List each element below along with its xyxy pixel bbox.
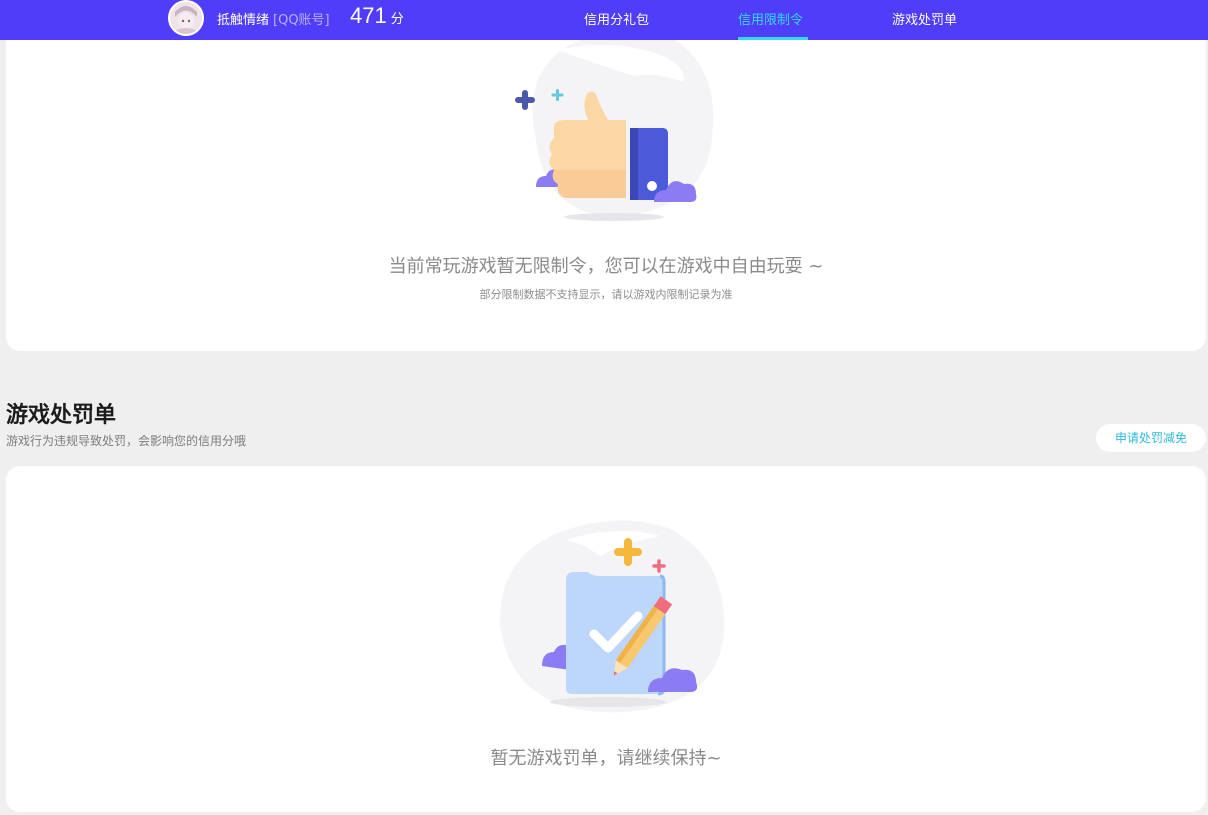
credit-score-unit: 分 xyxy=(390,12,404,27)
account-type-tag: [QQ账号] xyxy=(273,13,330,28)
user-info: 抵触情绪 [QQ账号] xyxy=(217,9,330,28)
username: 抵触情绪 xyxy=(217,13,270,28)
thumbs-up-icon xyxy=(515,30,714,221)
tab-credit-restriction[interactable]: 信用限制令 xyxy=(738,9,803,28)
checked-document-icon xyxy=(499,520,725,713)
tab-credit-gift[interactable]: 信用分礼包 xyxy=(584,9,649,28)
penalty-empty-message: 暂无游戏罚单，请继续保持~ xyxy=(490,748,722,769)
tab-game-penalty[interactable]: 游戏处罚单 xyxy=(892,9,957,28)
penalty-section-title: 游戏处罚单 xyxy=(6,403,117,428)
active-tab-indicator xyxy=(738,37,808,40)
credit-score-value: 471 xyxy=(350,3,387,28)
apply-penalty-reduction-button[interactable]: 申请处罚减免 xyxy=(1096,424,1206,452)
avatar-image xyxy=(170,2,202,34)
avatar[interactable] xyxy=(168,0,204,36)
restriction-card: 当前常玩游戏暂无限制令，您可以在游戏中自由玩耍 ~ 部分限制数据不支持显示，请以… xyxy=(6,24,1206,351)
restriction-empty-message: 当前常玩游戏暂无限制令，您可以在游戏中自由玩耍 ~ xyxy=(388,256,824,277)
penalty-section-description: 游戏行为违规导致处罚，会影响您的信用分哦 xyxy=(6,434,247,448)
restriction-data-note: 部分限制数据不支持显示，请以游戏内限制记录为准 xyxy=(479,288,733,301)
penalty-card: 暂无游戏罚单，请继续保持~ xyxy=(6,466,1206,812)
top-nav-bar: 抵触情绪 [QQ账号] 471 分 信用分礼包 信用限制令 游戏处罚单 xyxy=(0,0,1208,40)
credit-score: 471 分 xyxy=(350,3,404,29)
